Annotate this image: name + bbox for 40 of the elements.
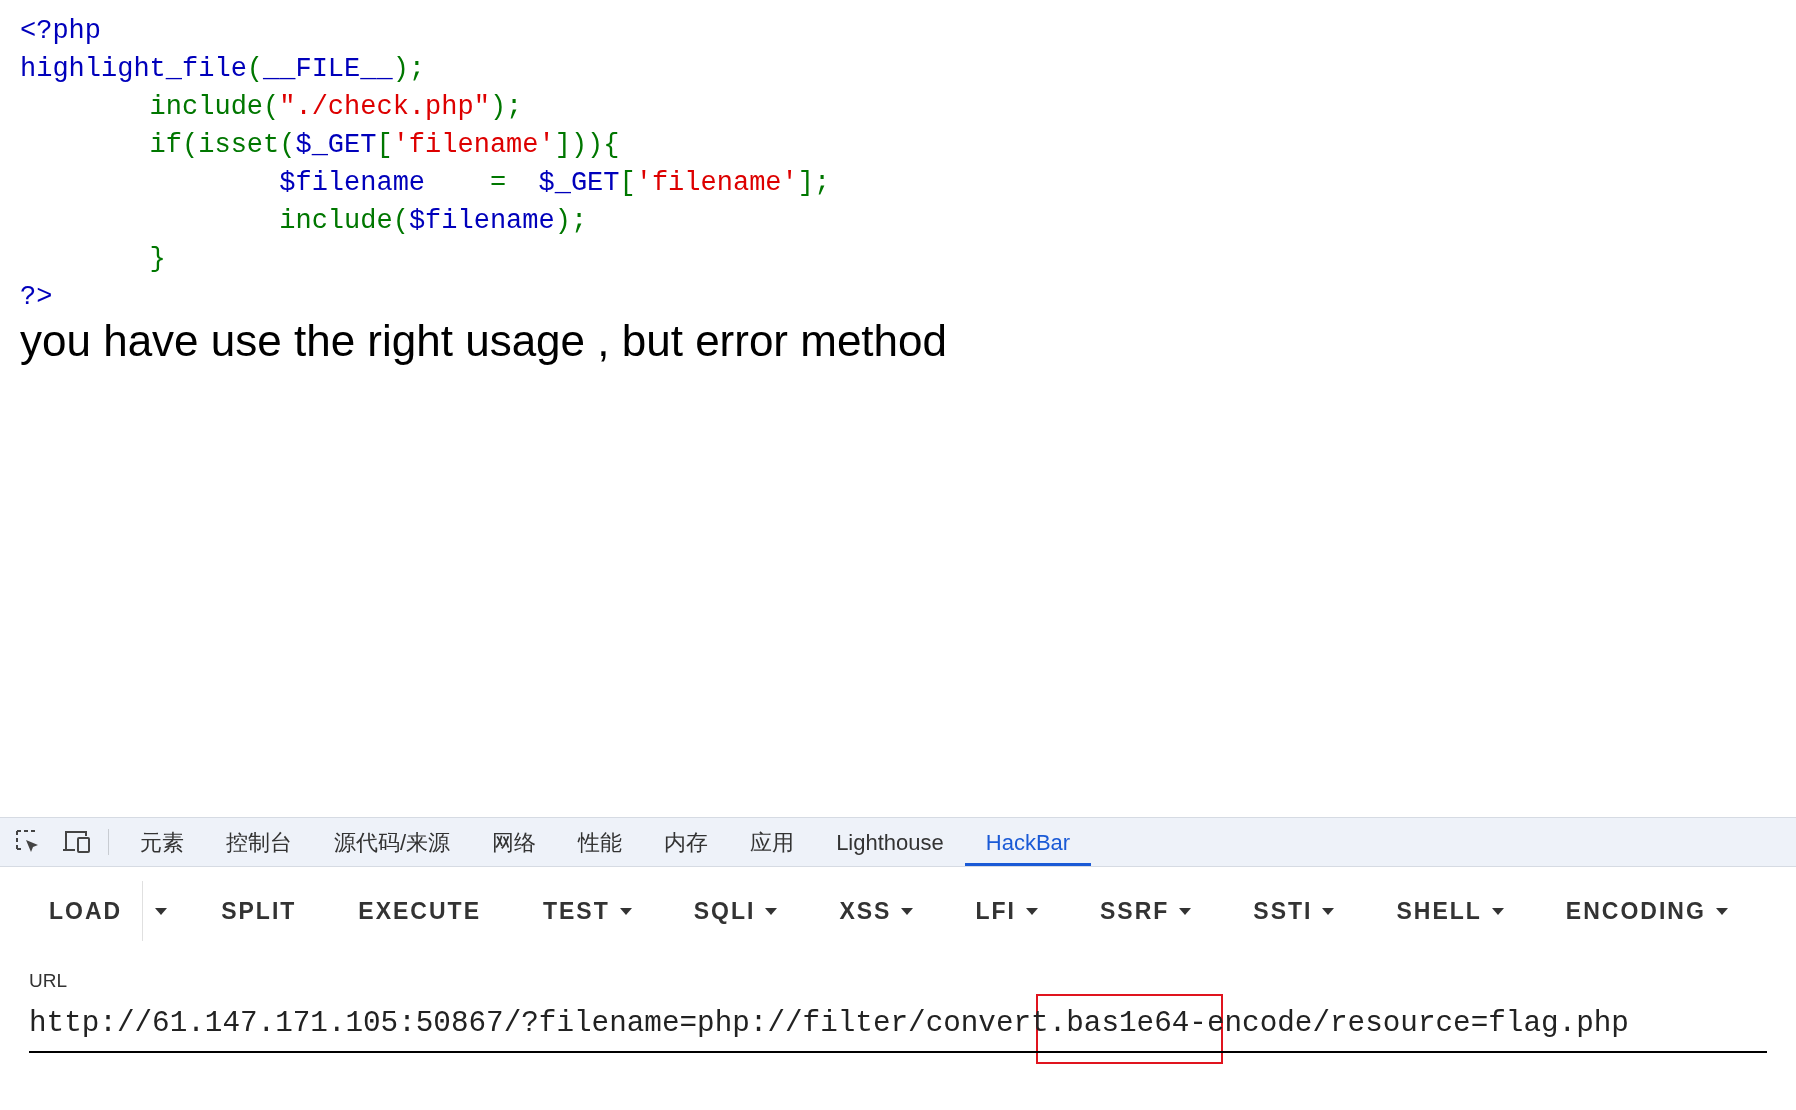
code-line: include("./check.php"); xyxy=(148,91,523,124)
toolbar-button[interactable]: SPLIT xyxy=(201,883,317,939)
url-label: URL xyxy=(29,969,67,993)
caret-icon xyxy=(1322,907,1335,915)
caret-icon xyxy=(619,907,632,915)
devtools-tab[interactable]: 元素 xyxy=(119,818,205,866)
dropdown-button[interactable]: SHELL xyxy=(1376,883,1524,939)
code-line: <?php xyxy=(20,15,101,48)
dropdown-button[interactable]: ENCODING xyxy=(1545,883,1748,939)
devtools-tab[interactable]: 应用 xyxy=(729,818,816,866)
code-line: highlight_file(__FILE__); xyxy=(20,53,426,86)
toolbar-button[interactable]: EXECUTE xyxy=(338,883,501,939)
caret-icon xyxy=(155,907,168,915)
device-icon[interactable] xyxy=(62,829,92,855)
devtools-tab[interactable]: Lighthouse xyxy=(815,818,965,866)
dropdown-button[interactable]: LFI xyxy=(955,883,1058,939)
devtools-tab[interactable]: 内存 xyxy=(643,818,730,866)
caret-icon xyxy=(1179,907,1192,915)
caret-icon xyxy=(765,907,778,915)
code-line: } xyxy=(148,243,166,276)
page-message: you have use the right usage , but error method xyxy=(20,316,947,366)
devtools-tab[interactable]: 性能 xyxy=(557,818,644,866)
caret-icon xyxy=(901,907,914,915)
caret-icon xyxy=(1715,907,1728,915)
dropdown-button[interactable]: SSRF xyxy=(1079,883,1212,939)
caret-icon xyxy=(1025,907,1038,915)
dropdown-button[interactable]: XSS xyxy=(819,883,934,939)
caret-icon xyxy=(1491,907,1504,915)
code-line: ?> xyxy=(20,281,53,314)
load-button[interactable]: LOAD xyxy=(29,883,143,939)
devtools-tab[interactable]: 控制台 xyxy=(205,818,313,866)
dropdown-button[interactable]: SSTI xyxy=(1233,883,1355,939)
devtools-tab[interactable]: HackBar xyxy=(964,818,1092,866)
devtools-tab[interactable]: 源代码/来源 xyxy=(313,818,472,866)
devtools-tab[interactable]: 网络 xyxy=(471,818,558,866)
dropdown-button[interactable]: TEST xyxy=(523,883,652,939)
code-line: include($filename); xyxy=(278,205,588,238)
code-line: $filename = $_GET['filename']; xyxy=(278,167,831,200)
dropdown-button[interactable]: SQLI xyxy=(673,883,798,939)
code-line: if(isset($_GET['filename'])){ xyxy=(148,129,620,162)
